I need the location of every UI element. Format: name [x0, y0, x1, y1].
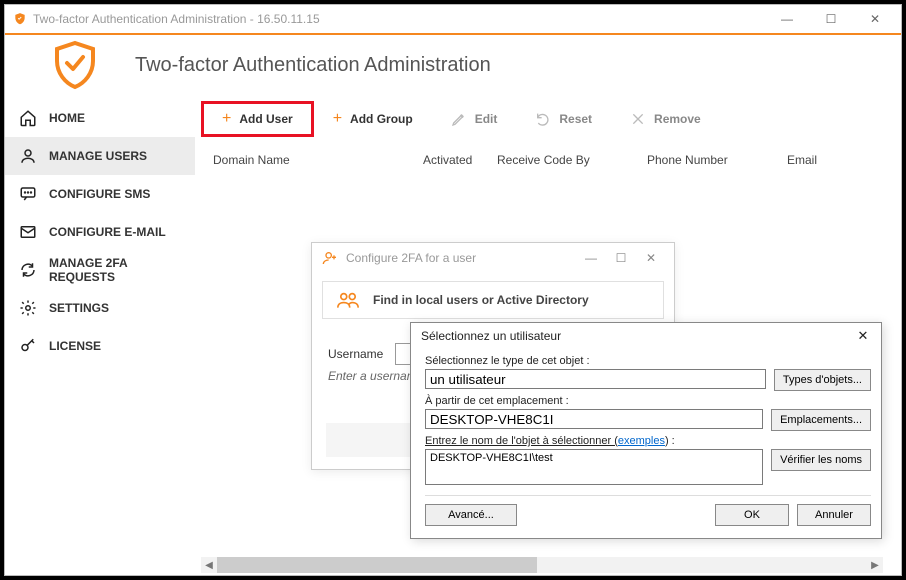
sidebar-item-label: MANAGE USERS [49, 149, 147, 163]
object-name-input[interactable]: DESKTOP-VHE8C1I\test [425, 449, 763, 485]
find-users-label: Find in local users or Active Directory [373, 293, 589, 307]
dialog-titlebar: Configure 2FA for a user — ☐ ✕ [312, 243, 674, 273]
sidebar-item-manage-2fa-requests[interactable]: MANAGE 2FA REQUESTS [5, 251, 195, 289]
sidebar-item-label: MANAGE 2FA REQUESTS [49, 256, 195, 284]
sidebar-item-label: LICENSE [49, 339, 101, 353]
window-title: Two-factor Authentication Administration… [33, 12, 765, 26]
location-label: À partir de cet emplacement : [425, 395, 871, 407]
sidebar-item-settings[interactable]: SETTINGS [5, 289, 195, 327]
location-input[interactable] [425, 409, 763, 429]
sidebar-item-label: SETTINGS [49, 301, 109, 315]
scroll-right-icon[interactable]: ▶ [867, 557, 883, 573]
scroll-thumb[interactable] [217, 557, 537, 573]
user-plus-icon [322, 250, 338, 266]
col-email[interactable]: Email [787, 153, 881, 167]
sidebar-item-configure-email[interactable]: CONFIGURE E-MAIL [5, 213, 195, 251]
scroll-left-icon[interactable]: ◀ [201, 557, 217, 573]
button-label: Add Group [350, 112, 413, 126]
col-receive[interactable]: Receive Code By [497, 153, 647, 167]
users-icon [337, 291, 359, 309]
dialog-titlebar: Sélectionnez un utilisateur ✕ [411, 323, 881, 349]
sidebar-item-label: CONFIGURE E-MAIL [49, 225, 166, 239]
col-activated[interactable]: Activated [423, 153, 497, 167]
x-icon [630, 111, 646, 127]
add-group-button[interactable]: + Add Group [314, 101, 432, 137]
button-label: Add User [239, 112, 292, 126]
add-user-button[interactable]: + Add User [201, 101, 314, 137]
plus-icon: + [222, 110, 231, 128]
sidebar-item-configure-sms[interactable]: CONFIGURE SMS [5, 175, 195, 213]
sidebar-item-home[interactable]: HOME [5, 99, 195, 137]
dialog-minimize-button[interactable]: — [576, 251, 606, 265]
titlebar: Two-factor Authentication Administration… [5, 5, 901, 33]
app-window: Two-factor Authentication Administration… [4, 4, 902, 576]
shield-check-icon [13, 12, 27, 26]
col-domain[interactable]: Domain Name [213, 153, 423, 167]
toolbar: + Add User + Add Group Edit Reset R [195, 95, 899, 147]
horizontal-scrollbar[interactable]: ◀ ▶ [201, 557, 883, 573]
minimize-button[interactable]: — [765, 5, 809, 33]
button-label: Remove [654, 112, 701, 126]
remove-button[interactable]: Remove [611, 101, 720, 137]
maximize-button[interactable]: ☐ [809, 5, 853, 33]
dialog-close-button[interactable]: ✕ [636, 251, 666, 265]
key-icon [19, 337, 37, 355]
select-user-dialog: Sélectionnez un utilisateur ✕ Sélectionn… [410, 322, 882, 539]
dialog-close-button[interactable]: ✕ [851, 328, 875, 344]
examples-link[interactable]: exemples [618, 435, 665, 447]
sidebar: HOME MANAGE USERS CONFIGURE SMS CONFIGUR… [5, 95, 195, 575]
header: Two-factor Authentication Administration [5, 35, 901, 95]
gear-icon [19, 299, 37, 317]
close-button[interactable]: ✕ [853, 5, 897, 33]
sms-icon [19, 185, 37, 203]
check-names-button[interactable]: Vérifier les noms [771, 449, 871, 471]
advanced-button[interactable]: Avancé... [425, 504, 517, 526]
mail-icon [19, 223, 37, 241]
object-type-label: Sélectionnez le type de cet objet : [425, 355, 871, 367]
find-users-button[interactable]: Find in local users or Active Directory [322, 281, 664, 319]
table-header: Domain Name Activated Receive Code By Ph… [195, 147, 899, 173]
sidebar-item-label: CONFIGURE SMS [49, 187, 150, 201]
shield-check-icon [51, 39, 99, 91]
edit-button[interactable]: Edit [432, 101, 517, 137]
dialog-title: Configure 2FA for a user [346, 251, 476, 265]
sidebar-item-license[interactable]: LICENSE [5, 327, 195, 365]
user-icon [19, 147, 37, 165]
pencil-icon [451, 111, 467, 127]
object-types-button[interactable]: Types d'objets... [774, 369, 871, 391]
object-type-input[interactable] [425, 369, 766, 389]
home-icon [19, 109, 37, 127]
undo-icon [535, 111, 551, 127]
reset-button[interactable]: Reset [516, 101, 611, 137]
username-label: Username [328, 347, 383, 361]
dialog-title: Sélectionnez un utilisateur [421, 329, 561, 343]
sidebar-item-label: HOME [49, 111, 85, 125]
refresh-icon [19, 261, 37, 279]
button-label: Edit [475, 112, 498, 126]
col-phone[interactable]: Phone Number [647, 153, 787, 167]
object-name-label: Entrez le nom de l'objet à sélectionner … [425, 435, 871, 447]
button-label: Reset [559, 112, 592, 126]
users-table: Domain Name Activated Receive Code By Ph… [195, 147, 899, 173]
page-title: Two-factor Authentication Administration [135, 54, 491, 77]
cancel-button[interactable]: Annuler [797, 504, 871, 526]
sidebar-item-manage-users[interactable]: MANAGE USERS [5, 137, 195, 175]
dialog-maximize-button[interactable]: ☐ [606, 251, 636, 265]
locations-button[interactable]: Emplacements... [771, 409, 871, 431]
plus-icon: + [333, 110, 342, 128]
ok-button[interactable]: OK [715, 504, 789, 526]
